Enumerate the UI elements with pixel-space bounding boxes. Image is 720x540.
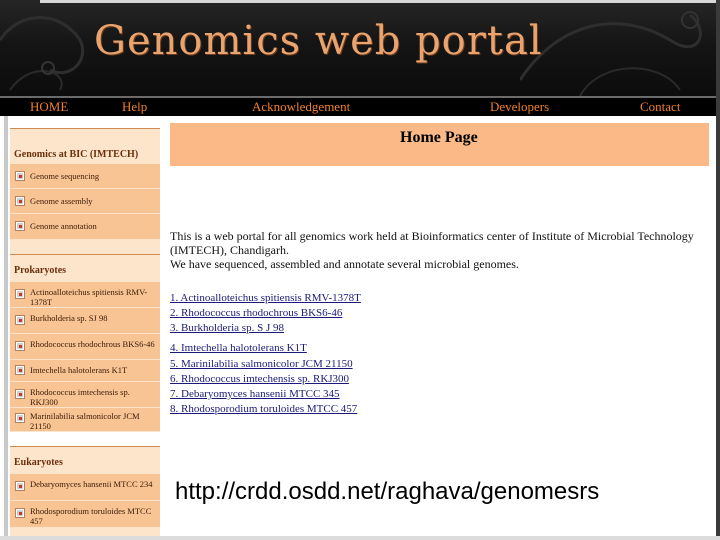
header-banner: Genomics web portal (0, 0, 720, 96)
sidebar-item-label: Debaryomyces hansenii MTCC 234 (30, 479, 153, 489)
nav-help[interactable]: Help (122, 99, 147, 115)
sidebar-item-label: Genome assembly (30, 196, 93, 206)
genome-link[interactable]: 7. Debaryomyces hansenii MTCC 345 (170, 388, 340, 400)
sidebar-links-genomics: Genome sequencing Genome assembly Genome… (10, 164, 160, 240)
nav-contact[interactable]: Contact (640, 99, 680, 115)
bullet-icon (16, 316, 24, 324)
top-navigation: HOME Help Acknowledgement Developers Con… (0, 96, 716, 116)
bullet-icon (16, 222, 24, 230)
sidebar-item-marinilabilia[interactable]: Marinilabilia salmonicolor JCM 21150 (10, 408, 160, 432)
sidebar-item-rhodosporodium[interactable]: Rhodosporodium toruloides MTCC 457 (10, 501, 160, 528)
genome-link[interactable]: 8. Rhodosporodium toruloides MTCC 457 (170, 403, 357, 415)
sidebar-item-imtechella[interactable]: Imtechella halotolerans K1T (10, 360, 160, 382)
bullet-icon (16, 414, 24, 422)
genome-link[interactable]: 1. Actinoalloteichus spitiensis RMV-1378… (170, 292, 361, 304)
genome-link[interactable]: 5. Marinilabilia salmonicolor JCM 21150 (170, 358, 353, 370)
page-header-box: Home Page (170, 123, 709, 166)
decorative-swirl-left (0, 16, 85, 91)
sidebar-strip (4, 116, 8, 540)
sidebar-item-label: Rhodococcus imtechensis sp. RKJ300 (30, 387, 130, 407)
sidebar-item-label: Rhodosporodium toruloides MTCC 457 (30, 506, 152, 526)
sidebar-item-label: Genome sequencing (30, 171, 100, 181)
sidebar-item-label: Actinoalloteichus spitiensis RMV-1378T (30, 287, 148, 307)
bullet-icon (16, 390, 24, 398)
bullet-icon (16, 290, 24, 298)
sidebar-item-debaryomyces[interactable]: Debaryomyces hansenii MTCC 234 (10, 474, 160, 501)
sidebar-item-label: Imtechella halotolerans K1T (30, 365, 128, 375)
sidebar-links-eukaryotes: Debaryomyces hansenii MTCC 234 Rhodospor… (10, 474, 160, 528)
bullet-icon (16, 172, 24, 180)
bullet-icon (16, 509, 24, 517)
bullet-icon (16, 197, 24, 205)
bullet-icon (16, 366, 24, 374)
sidebar-item-actinoalloteichus[interactable]: Actinoalloteichus spitiensis RMV-1378T (10, 282, 160, 308)
sidebar-item-label: Marinilabilia salmonicolor JCM 21150 (30, 411, 140, 431)
sidebar-item-label: Burkholderia sp. SJ 98 (30, 313, 108, 323)
sidebar-heading: Eukaryotes (14, 457, 63, 468)
genome-link[interactable]: 4. Imtechella halotolerans K1T (170, 342, 307, 354)
page-title: Home Page (400, 129, 478, 146)
intro-paragraph-2: We have sequenced, assembled and annotat… (170, 257, 519, 271)
genome-link[interactable]: 6. Rhodococcus imtechensis sp. RKJ300 (170, 373, 349, 385)
nav-developers[interactable]: Developers (490, 99, 549, 115)
sidebar-item-genome-assembly[interactable]: Genome assembly (10, 189, 160, 214)
genome-link[interactable]: 2. Rhodococcus rhodochrous BKS6-46 (170, 307, 342, 319)
nav-acknowledgement[interactable]: Acknowledgement (252, 99, 350, 115)
bottom-border (0, 536, 720, 540)
sidebar: Genomics at BIC (IMTECH) Genome sequenci… (4, 116, 160, 540)
site-title: Genomics web portal (94, 18, 543, 64)
decorative-swirl-right (520, 11, 702, 96)
url-caption: http://crdd.osdd.net/raghava/genomesrs (175, 478, 600, 506)
nav-home[interactable]: HOME (30, 99, 68, 115)
sidebar-links-prokaryotes: Actinoalloteichus spitiensis RMV-1378T B… (10, 282, 160, 432)
intro-text: This is a web portal for all genomics wo… (170, 229, 710, 271)
sidebar-heading: Prokaryotes (14, 265, 67, 276)
sidebar-item-genome-sequencing[interactable]: Genome sequencing (10, 164, 160, 189)
sidebar-item-rhodococcus-imtechensis[interactable]: Rhodococcus imtechensis sp. RKJ300 (10, 382, 160, 408)
intro-paragraph-1: This is a web portal for all genomics wo… (170, 229, 694, 257)
sidebar-item-label: Genome annotation (30, 221, 97, 231)
bullet-icon (16, 342, 24, 350)
sidebar-item-burkholderia[interactable]: Burkholderia sp. SJ 98 (10, 308, 160, 334)
right-edge-bar (716, 0, 720, 540)
sidebar-heading: Genomics at BIC (IMTECH) (14, 149, 139, 160)
sidebar-item-genome-annotation[interactable]: Genome annotation (10, 214, 160, 240)
genome-link[interactable]: 3. Burkholderia sp. S J 98 (170, 322, 284, 334)
bullet-icon (16, 482, 24, 490)
sidebar-item-label: Rhodococcus rhodochrous BKS6-46 (30, 339, 155, 349)
sidebar-item-rhodococcus-rhodochrous[interactable]: Rhodococcus rhodochrous BKS6-46 (10, 334, 160, 360)
